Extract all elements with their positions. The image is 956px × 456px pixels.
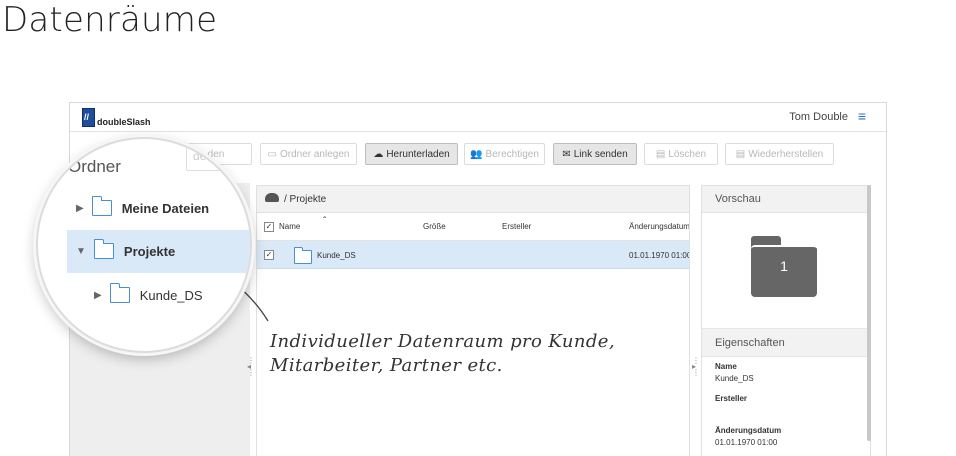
user-name[interactable]: Tom Double (789, 111, 848, 123)
left-splitter-handle[interactable]: ⋮ ◂ ⋮ (247, 357, 255, 377)
column-header-size[interactable]: Größe (423, 222, 446, 231)
column-header-name[interactable]: Name (279, 222, 300, 231)
preview-header: Vorschau (702, 186, 870, 213)
breadcrumb: / Projekte (257, 186, 689, 213)
preview-scrollbar[interactable] (867, 185, 871, 441)
column-header-modified[interactable]: Änderungsdatum (629, 222, 689, 231)
folder-icon (91, 196, 112, 216)
folder-icon (294, 247, 312, 264)
row-modified: 01.01.1970 01:00 (629, 251, 689, 260)
users-icon: 👥 (470, 148, 483, 160)
restore-icon: ▤ (735, 148, 746, 160)
folder-icon (109, 283, 130, 303)
trash-icon: ▤ (655, 148, 666, 160)
permissions-button[interactable]: 👥 Berechtigen (464, 143, 545, 165)
table-header: ✓ Name ˆ Größe Ersteller Änderungsdatum (257, 213, 689, 241)
callout-line-2: Mitarbeiter, Partner etc. (270, 355, 503, 376)
sidebar-title: Ordner (68, 157, 121, 176)
send-link-button[interactable]: ✉ Link senden (553, 143, 637, 165)
logo-mark-icon (82, 108, 95, 127)
envelope-icon: ✉ (562, 148, 571, 160)
hamburger-icon[interactable]: ≡ (858, 109, 866, 123)
create-folder-button[interactable]: ▭ Ordner anlegen (260, 143, 357, 165)
row-checkbox[interactable]: ✓ (264, 250, 274, 260)
cloud-download-icon: ☁ (373, 148, 384, 160)
delete-button[interactable]: ▤ Löschen (644, 143, 718, 165)
folder-open-icon (93, 239, 114, 259)
app-header: doubleSlash Tom Double ≡ (70, 103, 886, 132)
callout-line-1: Individueller Datenraum pro Kunde, (270, 331, 615, 352)
file-panel: / Projekte ✓ Name ˆ Größe Ersteller Ände… (256, 185, 690, 456)
column-header-creator[interactable]: Ersteller (502, 222, 531, 231)
folder-icon: ▭ (267, 148, 277, 160)
caret-down-icon[interactable]: ▼ (76, 246, 86, 257)
sidebar-item-meine-dateien[interactable]: ▶ Meine Dateien (76, 189, 209, 227)
cloud-icon (265, 193, 279, 202)
property-label-modified: Änderungsdatum (715, 426, 782, 435)
caret-right-icon[interactable]: ▶ (94, 290, 102, 301)
folder-count: 1 (780, 258, 788, 274)
logo[interactable]: doubleSlash (82, 108, 151, 127)
page-title: Datenräume (2, 0, 218, 40)
right-splitter-handle[interactable]: ⋮ ▸ ⋮ (692, 357, 700, 377)
property-label-creator: Ersteller (715, 394, 748, 403)
preview-panel: Vorschau 1 Eigenschaften Name Kunde_DS E… (701, 185, 871, 456)
restore-button[interactable]: ▤ Wiederherstellen (725, 143, 834, 165)
row-name: Kunde_DS (317, 251, 356, 260)
property-label-name: Name (715, 362, 737, 371)
sidebar-item-projekte[interactable]: ▼ Projekte (76, 232, 175, 270)
folder-preview-icon: 1 (751, 236, 817, 297)
table-row[interactable]: ✓ Kunde_DS 01.01.1970 01:00 (257, 241, 689, 269)
property-value-modified: 01.01.1970 01:00 (715, 438, 778, 447)
magnified-toolbar-button[interactable]: den (186, 141, 250, 171)
breadcrumb-path[interactable]: / Projekte (284, 194, 326, 205)
callout-text: Individueller Datenraum pro Kunde, Mitar… (270, 330, 615, 378)
caret-right-icon[interactable]: ▶ (76, 203, 84, 214)
sidebar-item-kunde-ds[interactable]: ▶ Kunde_DS (94, 276, 203, 314)
sort-indicator-icon[interactable]: ˆ (323, 216, 326, 227)
properties-header: Eigenschaften (702, 328, 870, 357)
property-value-name: Kunde_DS (715, 374, 754, 383)
logo-text: doubleSlash (97, 117, 151, 127)
select-all-checkbox[interactable]: ✓ (264, 222, 274, 232)
magnifier-lens: den Ordner ▶ Meine Dateien ▼ Projekte ▶ … (36, 137, 252, 353)
download-button[interactable]: ☁ Herunterladen (365, 143, 458, 165)
